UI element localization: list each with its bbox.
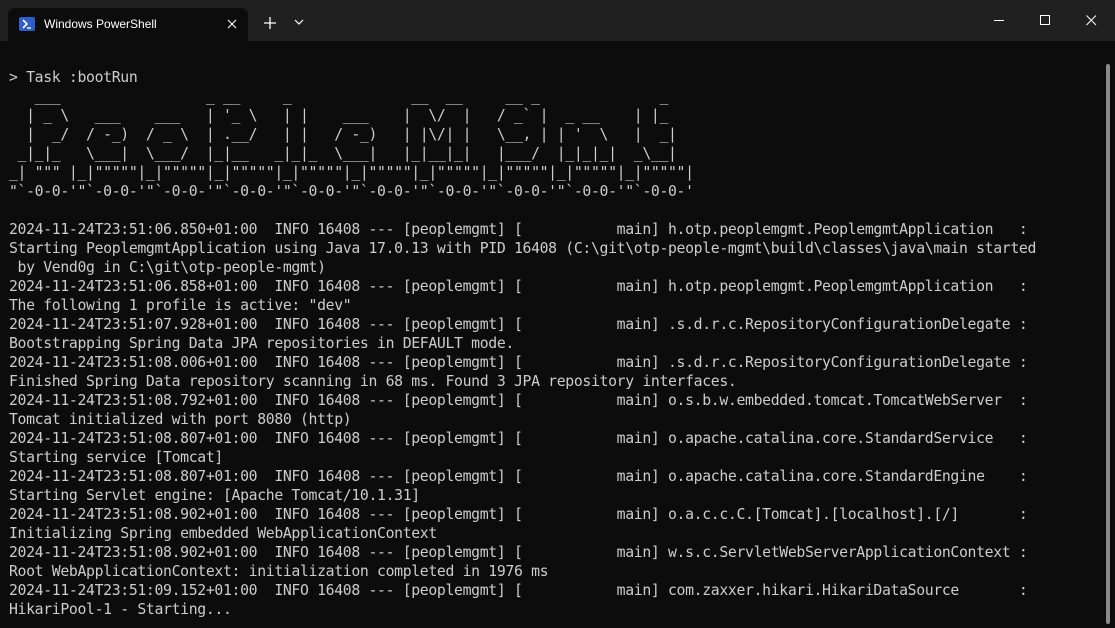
terminal-line: Tomcat initialized with port 8080 (http) xyxy=(9,411,352,428)
terminal-line: Starting service [Tomcat] xyxy=(9,449,223,466)
terminal-line: | _/ / -_) / _ \ | .__/ | | / -_) | |\/|… xyxy=(9,126,677,143)
terminal-line: 2024-11-24T23:51:07.928+01:00 INFO 16408… xyxy=(9,316,1028,333)
terminal-line: _| """ |_|"""""|_|"""""|_|"""""|_|"""""|… xyxy=(9,164,694,181)
tab-windows-powershell[interactable]: Windows PowerShell xyxy=(8,8,248,41)
terminal-window: Windows PowerShell > Task:bootRun ___ _… xyxy=(0,0,1115,628)
minimize-icon xyxy=(994,20,1004,21)
terminal-output[interactable]: > Task :bootRun ___ _ __ _ __ __ __ _ _ … xyxy=(0,41,1103,628)
terminal-line: Bootstrapping Spring Data JPA repositori… xyxy=(9,335,514,352)
terminal-line: 2024-11-24T23:51:06.858+01:00 INFO 16408… xyxy=(9,278,1028,295)
terminal-line: Starting Servlet engine: [Apache Tomcat/… xyxy=(9,487,420,504)
maximize-icon xyxy=(1040,15,1050,25)
terminal-line: 2024-11-24T23:51:08.902+01:00 INFO 16408… xyxy=(9,544,1028,561)
terminal-line: _|_|_ \___| \___/ |_|__ _|_|_ \___| |_|_… xyxy=(9,145,677,162)
plus-icon[interactable] xyxy=(260,13,280,33)
chevron-down-icon[interactable] xyxy=(292,15,306,29)
terminal-line: HikariPool-1 - Starting... xyxy=(9,601,232,618)
terminal-line: Starting PeoplemgmtApplication using Jav… xyxy=(9,240,1037,257)
window-close-button[interactable] xyxy=(1068,0,1114,41)
title-bar[interactable]: Windows PowerShell xyxy=(0,0,1115,41)
terminal-line: 2024-11-24T23:51:09.152+01:00 INFO 16408… xyxy=(9,582,1028,599)
terminal-line: 2024-11-24T23:51:08.807+01:00 INFO 16408… xyxy=(9,468,1028,485)
terminal-line: 2024-11-24T23:51:08.807+01:00 INFO 16408… xyxy=(9,430,1028,447)
terminal-line: by Vend0g in C:\git\otp-people-mgmt) xyxy=(9,259,326,276)
powershell-icon xyxy=(19,17,35,31)
terminal-line: "`-0-0-'"`-0-0-'"`-0-0-'"`-0-0-'"`-0-0-'… xyxy=(9,183,694,200)
scrollbar-thumb[interactable] xyxy=(1106,64,1110,624)
maximize-button[interactable] xyxy=(1022,0,1068,41)
terminal-line: 2024-11-24T23:51:06.850+01:00 INFO 16408… xyxy=(9,221,1028,238)
terminal-line: 2024-11-24T23:51:08.792+01:00 INFO 16408… xyxy=(9,392,1028,409)
terminal-line: Initializing Spring embedded WebApplicat… xyxy=(9,525,437,542)
terminal-line: The following 1 profile is active: "dev" xyxy=(9,297,352,314)
close-icon xyxy=(1086,15,1097,26)
terminal-line: ___ _ __ _ __ __ __ _ _ xyxy=(9,88,669,105)
terminal-line: Root WebApplicationContext: initializati… xyxy=(9,563,549,580)
minimize-button[interactable] xyxy=(976,0,1022,41)
tab-title: Windows PowerShell xyxy=(44,17,157,31)
terminal-line: 2024-11-24T23:51:08.902+01:00 INFO 16408… xyxy=(9,506,1028,523)
terminal-line: 2024-11-24T23:51:08.006+01:00 INFO 16408… xyxy=(9,354,1028,371)
terminal-line: Finished Spring Data repository scanning… xyxy=(9,373,737,390)
terminal-line: | _ \ ___ ___ | '_ \ | | ___ | \/ | / _`… xyxy=(9,107,669,124)
terminal-line: > Task :bootRun xyxy=(9,69,138,86)
close-icon[interactable] xyxy=(222,14,242,34)
